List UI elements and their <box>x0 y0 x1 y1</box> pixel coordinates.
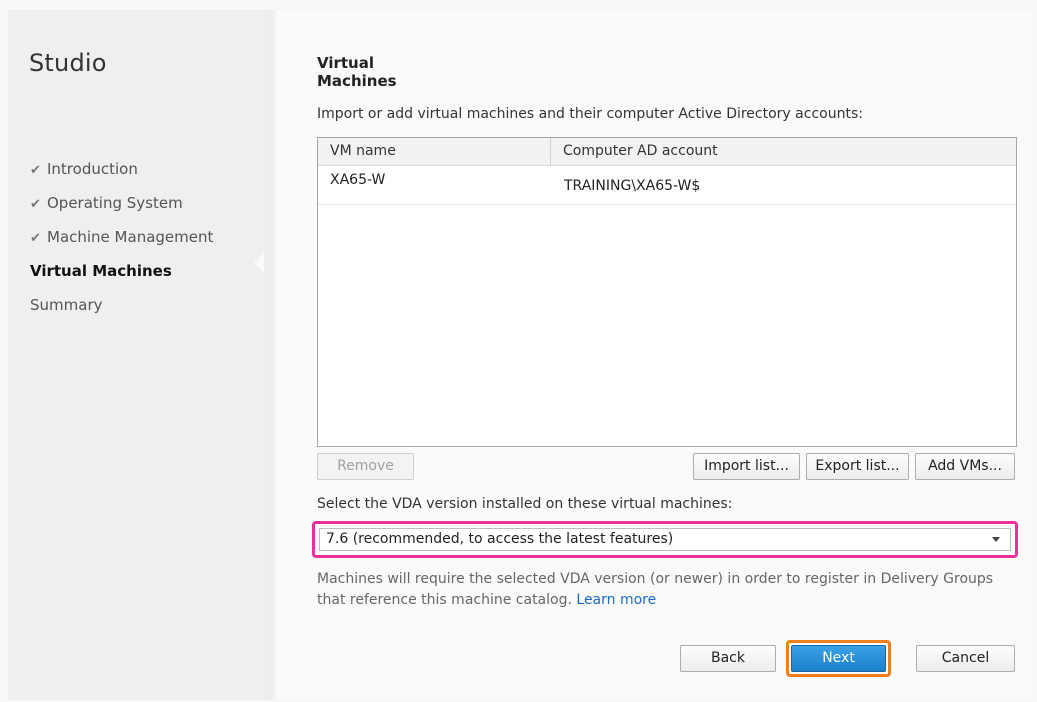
vda-version-label: Select the VDA version installed on thes… <box>317 496 733 512</box>
table-header: VM name Computer AD account <box>318 138 1016 166</box>
vda-selected-value: 7.6 (recommended, to access the latest f… <box>326 531 674 547</box>
current-step-pointer <box>254 253 264 273</box>
cell-ad-account: TRAINING\XA65-W$ <box>564 178 701 194</box>
sidebar-shadow <box>270 10 278 700</box>
back-button[interactable]: Back <box>680 645 776 672</box>
step-label: Summary <box>30 296 103 314</box>
checkmark-icon: ✔ <box>30 163 41 178</box>
page-title: Virtual Machines <box>317 54 397 90</box>
step-operating-system[interactable]: ✔ Operating System <box>30 186 255 220</box>
checkmark-icon: ✔ <box>30 231 41 246</box>
step-summary[interactable]: Summary <box>30 288 255 322</box>
chevron-down-icon <box>992 537 1000 542</box>
learn-more-link[interactable]: Learn more <box>576 592 656 608</box>
wizard-sidebar <box>8 10 278 700</box>
step-virtual-machines[interactable]: Virtual Machines <box>30 254 255 288</box>
checkmark-icon: ✔ <box>30 197 41 212</box>
step-label: Introduction <box>47 160 138 178</box>
vda-info-text: Machines will require the selected VDA v… <box>317 569 1017 611</box>
next-button[interactable]: Next <box>791 645 886 672</box>
cell-vm-name: XA65-W <box>330 172 386 188</box>
step-machine-management[interactable]: ✔ Machine Management <box>30 220 255 254</box>
wizard-steps: ✔ Introduction ✔ Operating System ✔ Machine… <box>30 152 255 322</box>
import-list-button[interactable]: Import list... <box>693 453 800 480</box>
column-header-vm-name[interactable]: VM name <box>330 138 396 165</box>
table-row[interactable]: XA65-W TRAINING\XA65-W$ <box>318 166 1016 205</box>
intro-text: Import or add virtual machines and their… <box>317 106 863 122</box>
column-header-ad-account[interactable]: Computer AD account <box>550 138 1023 165</box>
app-title: Studio <box>29 49 107 77</box>
remove-button[interactable]: Remove <box>317 453 414 480</box>
export-list-button[interactable]: Export list... <box>806 453 909 480</box>
step-label: Machine Management <box>47 228 214 246</box>
add-vms-button[interactable]: Add VMs... <box>915 453 1015 480</box>
step-label: Virtual Machines <box>30 262 172 280</box>
step-label: Operating System <box>47 194 183 212</box>
vda-select-highlight: 7.6 (recommended, to access the latest f… <box>312 521 1018 558</box>
step-introduction[interactable]: ✔ Introduction <box>30 152 255 186</box>
vm-table: VM name Computer AD account XA65-W TRAIN… <box>317 137 1017 447</box>
cancel-button[interactable]: Cancel <box>916 645 1015 672</box>
vda-version-select[interactable]: 7.6 (recommended, to access the latest f… <box>319 528 1011 551</box>
